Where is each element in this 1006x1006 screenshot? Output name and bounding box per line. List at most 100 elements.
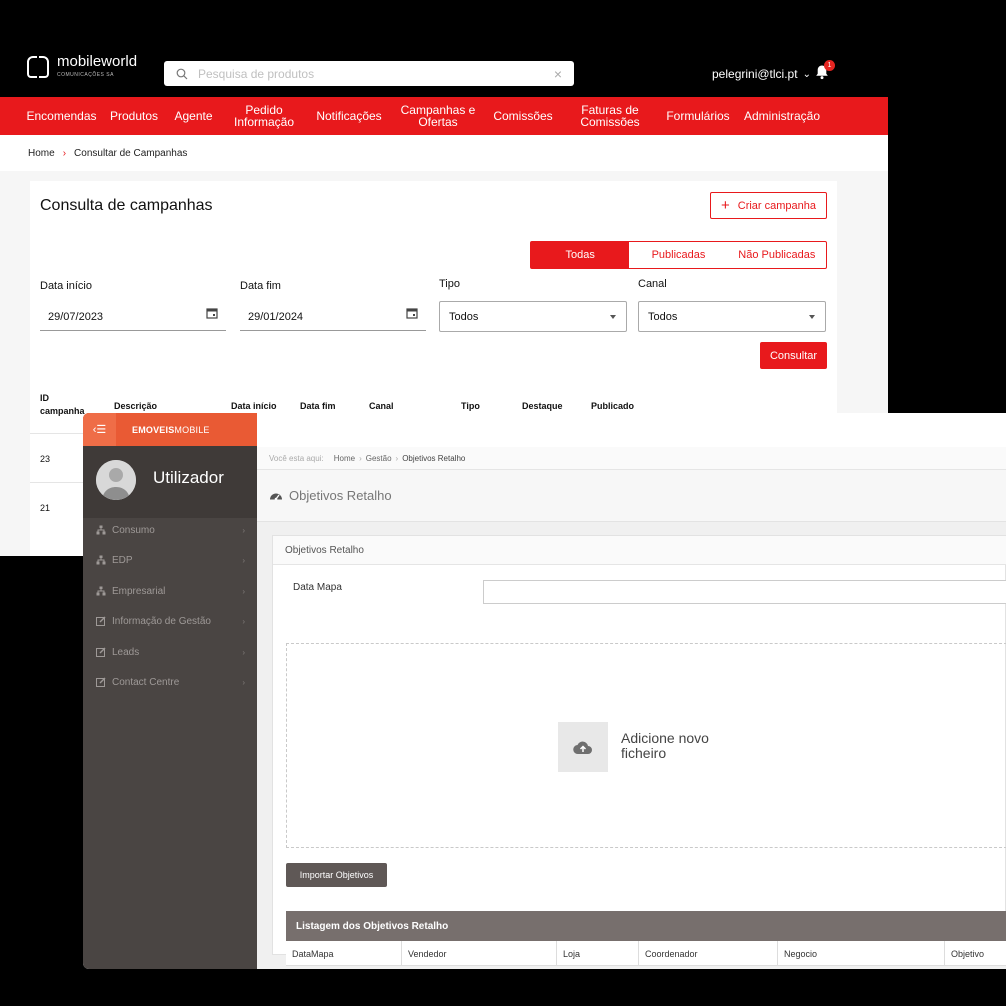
upload-icon-box[interactable] (558, 722, 608, 772)
breadcrumb-chevron-icon: › (62, 147, 67, 159)
brand-bold: EMOVEIS (132, 424, 175, 435)
column-header-destaque[interactable]: Destaque (522, 400, 563, 413)
chevron-right-icon: › (242, 586, 245, 596)
channel-select[interactable]: Todos (638, 301, 826, 332)
main-content: Você esta aqui: Home › Gestão › Objetivo… (257, 413, 1006, 969)
data-mapa-input[interactable] (483, 580, 1006, 604)
sitemap-icon (96, 586, 106, 596)
sidebar-item-label: Empresarial (112, 585, 166, 597)
create-campaign-button[interactable]: + Criar campanha (710, 192, 827, 219)
page-title: Consulta de campanhas (40, 197, 213, 214)
sidebar-item-label: EDP (112, 554, 133, 566)
nav-item-notificacoes[interactable]: Notificações (316, 97, 382, 135)
caret-down-icon (610, 315, 616, 319)
calendar-icon[interactable] (206, 307, 218, 319)
sidebar-item-empresarial[interactable]: Empresarial › (83, 576, 257, 606)
column-header-loja[interactable]: Loja (556, 941, 638, 966)
composite-screenshot: mobileworld COMUNICAÇÕES SA × pelegrini@… (0, 0, 1006, 1006)
page-title: Objetivos Retalho (289, 488, 392, 503)
brand-logo: EMOVEISMOBILE (132, 425, 210, 435)
column-header-data-fim[interactable]: Data fim (300, 400, 336, 413)
end-date-field[interactable]: 29/01/2024 (240, 303, 426, 331)
notification-badge: 1 (824, 60, 835, 71)
avatar[interactable] (96, 460, 136, 500)
list-header-row: DataMapa Vendedor Loja Coordenador Negoc… (286, 941, 1006, 966)
calendar-icon[interactable] (406, 307, 418, 319)
clear-search-icon[interactable]: × (554, 66, 562, 82)
nav-item-produtos[interactable]: Produtos (110, 97, 158, 135)
sidebar-item-leads[interactable]: Leads › (83, 637, 257, 667)
column-header-datamapa[interactable]: DataMapa (286, 941, 401, 966)
upload-text: Adicione novo ficheiro (621, 730, 709, 761)
nav-item-campanhas-ofertas[interactable]: Campanhas e Ofertas (400, 97, 476, 135)
nav-item-pedido-informacao[interactable]: Pedido Informação (232, 97, 296, 135)
start-date-field[interactable]: 29/07/2023 (40, 303, 226, 331)
sidebar-item-edp[interactable]: EDP › (83, 545, 257, 575)
nav-item-formularios[interactable]: Formulários (666, 97, 730, 135)
sidebar-item-label: Consumo (112, 524, 155, 536)
tab-nao-publicadas[interactable]: Não Publicadas (728, 242, 826, 268)
nav-item-administracao[interactable]: Administração (744, 97, 820, 135)
user-menu[interactable]: pelegrini@tlci.pt ⌄ (712, 67, 811, 81)
caret-down-icon (809, 315, 815, 319)
plus-icon: + (720, 197, 730, 214)
logo-name: mobileworld (57, 53, 138, 70)
nav-item-faturas-comissoes[interactable]: Faturas de Comissões (578, 97, 642, 135)
chevron-down-icon: ⌄ (802, 68, 811, 80)
top-bar: mobileworld COMUNICAÇÕES SA × pelegrini@… (0, 40, 888, 97)
start-date-label: Data início (40, 280, 92, 292)
search-input[interactable] (198, 66, 554, 81)
breadcrumb-chevron-icon: › (359, 453, 362, 463)
publish-filter-tabs: Todas Publicadas Não Publicadas (530, 241, 827, 269)
product-search: × (164, 61, 574, 86)
menu-toggle-icon[interactable]: ‹☰ (83, 413, 116, 446)
edit-icon (96, 647, 106, 657)
panel-title: Objetivos Retalho (273, 536, 1006, 565)
main-nav: Encomendas Produtos Agente Pedido Inform… (0, 97, 888, 135)
column-header-id[interactable]: ID campanha (40, 392, 85, 418)
column-header-tipo[interactable]: Tipo (461, 400, 480, 413)
breadcrumb-home[interactable]: Home (28, 148, 55, 159)
breadcrumb: Você esta aqui: Home › Gestão › Objetivo… (257, 447, 1006, 470)
column-header-coordenador[interactable]: Coordenador (638, 941, 777, 966)
create-campaign-label: Criar campanha (737, 199, 817, 212)
column-header-publicado[interactable]: Publicado (591, 400, 634, 413)
type-select-value: Todos (449, 310, 479, 323)
nav-item-comissoes[interactable]: Comissões (493, 97, 552, 135)
sidebar-item-informacao-gestao[interactable]: Informação de Gestão › (83, 606, 257, 636)
user-email: pelegrini@tlci.pt (712, 67, 798, 81)
column-header-negocio[interactable]: Negocio (777, 941, 944, 966)
logo-mark-icon (27, 56, 49, 78)
breadcrumb-chevron-icon: › (395, 453, 399, 463)
chevron-right-icon: › (242, 647, 245, 657)
tab-publicadas[interactable]: Publicadas (629, 242, 727, 268)
type-label: Tipo (439, 278, 460, 290)
objectives-panel: Objetivos Retalho Data Mapa Adicione nov… (272, 535, 1006, 966)
mobileworld-logo[interactable]: mobileworld COMUNICAÇÕES SA (27, 54, 137, 78)
breadcrumb-gestao[interactable]: Gestão (366, 454, 392, 463)
chevron-right-icon: › (242, 555, 245, 565)
edit-icon (96, 677, 106, 687)
tab-todas[interactable]: Todas (531, 242, 630, 268)
sitemap-icon (96, 555, 106, 565)
file-dropzone[interactable]: Adicione novo ficheiro (286, 643, 1006, 848)
dashboard-icon (270, 493, 282, 500)
breadcrumb-home[interactable]: Home (334, 454, 355, 463)
sidebar-item-contact-centre[interactable]: Contact Centre › (83, 667, 257, 697)
column-header-canal[interactable]: Canal (369, 400, 394, 413)
column-header-descricao[interactable]: Descrição (114, 400, 157, 413)
nav-item-encomendas[interactable]: Encomendas (26, 97, 96, 135)
import-objectives-button[interactable]: Importar Objetivos (286, 863, 387, 887)
search-icon (176, 68, 188, 79)
sidebar-item-consumo[interactable]: Consumo › (83, 515, 257, 545)
column-header-vendedor[interactable]: Vendedor (401, 941, 556, 966)
nav-item-agente[interactable]: Agente (174, 97, 212, 135)
brand-light: MOBILE (174, 424, 210, 435)
column-header-data-inicio[interactable]: Data início (231, 400, 277, 413)
consult-button[interactable]: Consultar (760, 342, 827, 369)
sidebar: ‹☰ EMOVEISMOBILE Utilizador Consumo › ED… (83, 413, 257, 969)
top-header-bar (257, 413, 1006, 447)
type-select[interactable]: Todos (439, 301, 627, 332)
chevron-right-icon: › (242, 525, 245, 535)
column-header-objetivo[interactable]: Objetivo (944, 941, 1006, 966)
